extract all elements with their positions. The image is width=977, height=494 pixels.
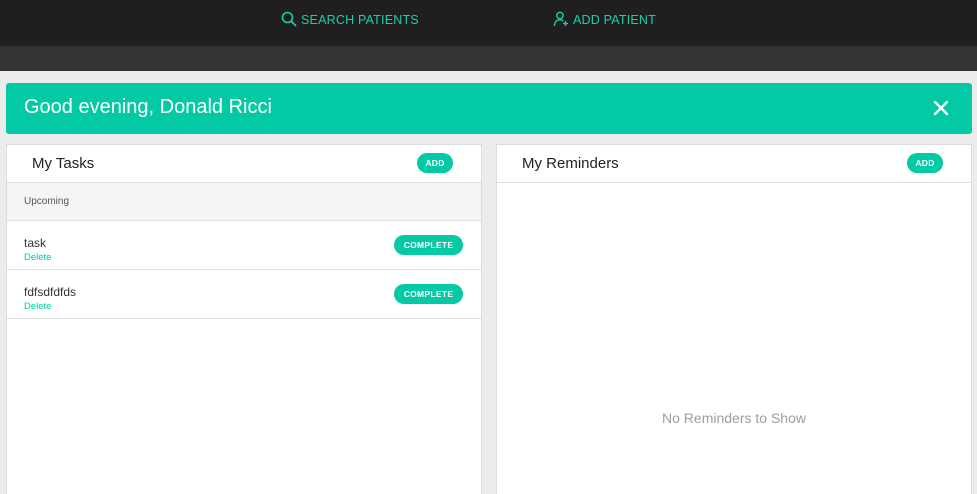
search-patients-label: SEARCH PATIENTS <box>301 13 419 27</box>
upcoming-section-label: Upcoming <box>7 183 481 221</box>
sub-navbar <box>0 46 977 71</box>
complete-task-button[interactable]: COMPLETE <box>394 284 463 304</box>
search-icon <box>281 11 301 30</box>
no-reminders-message: No Reminders to Show <box>662 410 806 426</box>
greeting-banner: Good evening, Donald Ricci <box>6 83 972 134</box>
delete-task-link[interactable]: Delete <box>24 301 51 312</box>
close-icon <box>930 100 952 123</box>
reminders-header: My Reminders ADD <box>497 145 971 183</box>
complete-task-button[interactable]: COMPLETE <box>394 235 463 255</box>
add-patient-link[interactable]: ADD PATIENT <box>553 11 656 29</box>
tasks-header: My Tasks ADD <box>7 145 481 183</box>
close-greeting-button[interactable] <box>930 97 952 119</box>
task-name: fdfsdfdfds <box>24 285 77 299</box>
greeting-text: Good evening, Donald Ricci <box>24 96 272 118</box>
task-row: task Delete COMPLETE <box>7 221 481 270</box>
add-person-icon <box>553 11 573 30</box>
add-patient-label: ADD PATIENT <box>573 13 656 27</box>
tasks-title: My Tasks <box>32 155 95 172</box>
add-task-button[interactable]: ADD <box>417 153 453 173</box>
search-patients-link[interactable]: SEARCH PATIENTS <box>281 11 419 29</box>
add-reminder-button[interactable]: ADD <box>907 153 943 173</box>
reminders-title: My Reminders <box>522 155 619 172</box>
delete-task-link[interactable]: Delete <box>24 252 51 263</box>
reminders-panel: My Reminders ADD No Reminders to Show <box>496 144 972 494</box>
top-navbar: SEARCH PATIENTS ADD PATIENT <box>0 0 977 46</box>
task-row: fdfsdfdfds Delete COMPLETE <box>7 270 481 319</box>
task-name: task <box>24 236 47 250</box>
tasks-panel: My Tasks ADD Upcoming task Delete COMPLE… <box>6 144 482 494</box>
